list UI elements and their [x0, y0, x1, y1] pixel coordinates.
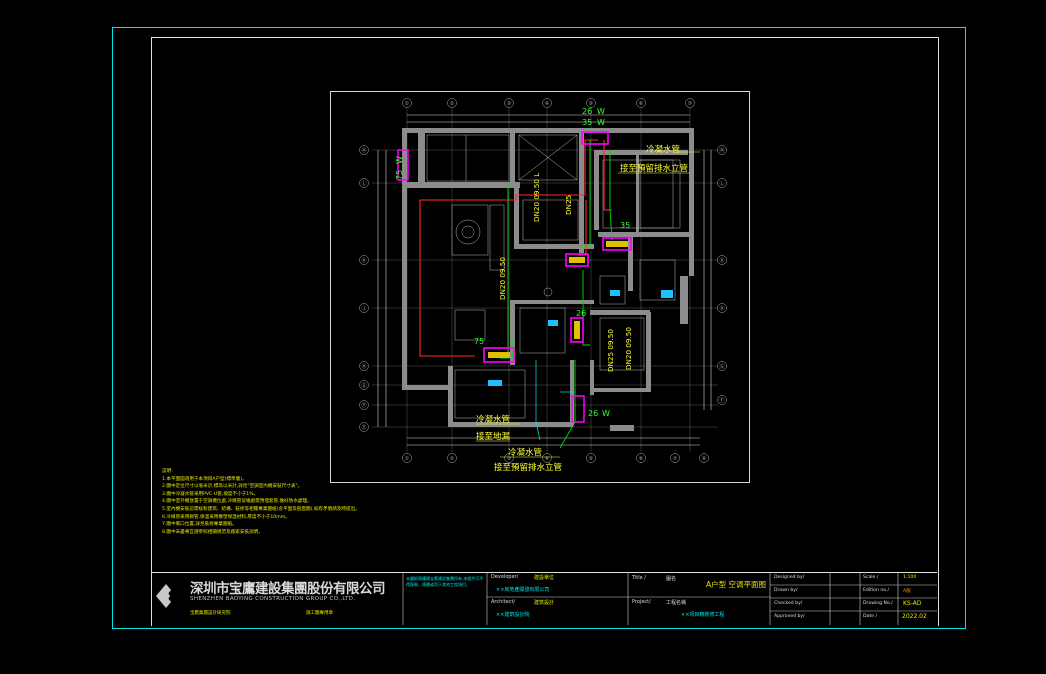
- company-name-en: SHENZHEN BAOYING CONSTRUCTION GROUP CO.,…: [190, 596, 356, 602]
- architect-value: ××建筑設計院: [496, 612, 530, 618]
- title-cn: 圖名: [666, 576, 677, 582]
- drawing-no-value: KS-AD: [903, 600, 922, 607]
- designed-by-label: Designed by/: [774, 575, 805, 580]
- scale-label: Scale /: [863, 575, 879, 580]
- approved-by-label: Approved by/: [774, 614, 805, 619]
- company-note-1: 宝鷹集團設計研究院: [190, 611, 231, 616]
- disclaimer: 本圖紙版權歸宝鷹建設集團所有,未經許可不得復制、傳播或用于其他工程項目。: [406, 576, 484, 587]
- drawing-title: A户型 空调平面图: [706, 580, 767, 589]
- scale-value: 1:100: [903, 575, 917, 580]
- edition-label: Edition no./: [863, 588, 890, 593]
- company-note-2: 施工圖專用章: [306, 611, 333, 616]
- date-label: Date /: [863, 614, 877, 619]
- edition-value: A版: [903, 589, 911, 594]
- drawn-by-label: Drawn by/: [774, 588, 798, 593]
- project-value: ××項目精裝修工程: [681, 612, 725, 618]
- architect-cn: 建筑設計: [534, 600, 555, 606]
- developer-cn: 建設單位: [534, 575, 555, 581]
- drawing-no-label: Drawing No./: [863, 601, 893, 606]
- project-label: Project/: [632, 599, 651, 605]
- title-label: Title /: [632, 575, 646, 581]
- project-cn: 工程名稱: [666, 600, 687, 606]
- developer-label: Developer/: [491, 574, 519, 580]
- title-block-grid: [156, 572, 937, 625]
- company-name-cn: 深圳市宝鷹建設集團股份有限公司: [190, 581, 386, 597]
- checked-by-label: Checked by/: [774, 601, 803, 606]
- architect-label: Architect/: [491, 599, 516, 605]
- developer-value: ××房地產開發有限公司: [496, 587, 550, 593]
- date-value: 2022.02: [902, 613, 927, 620]
- company-logo: [156, 584, 178, 608]
